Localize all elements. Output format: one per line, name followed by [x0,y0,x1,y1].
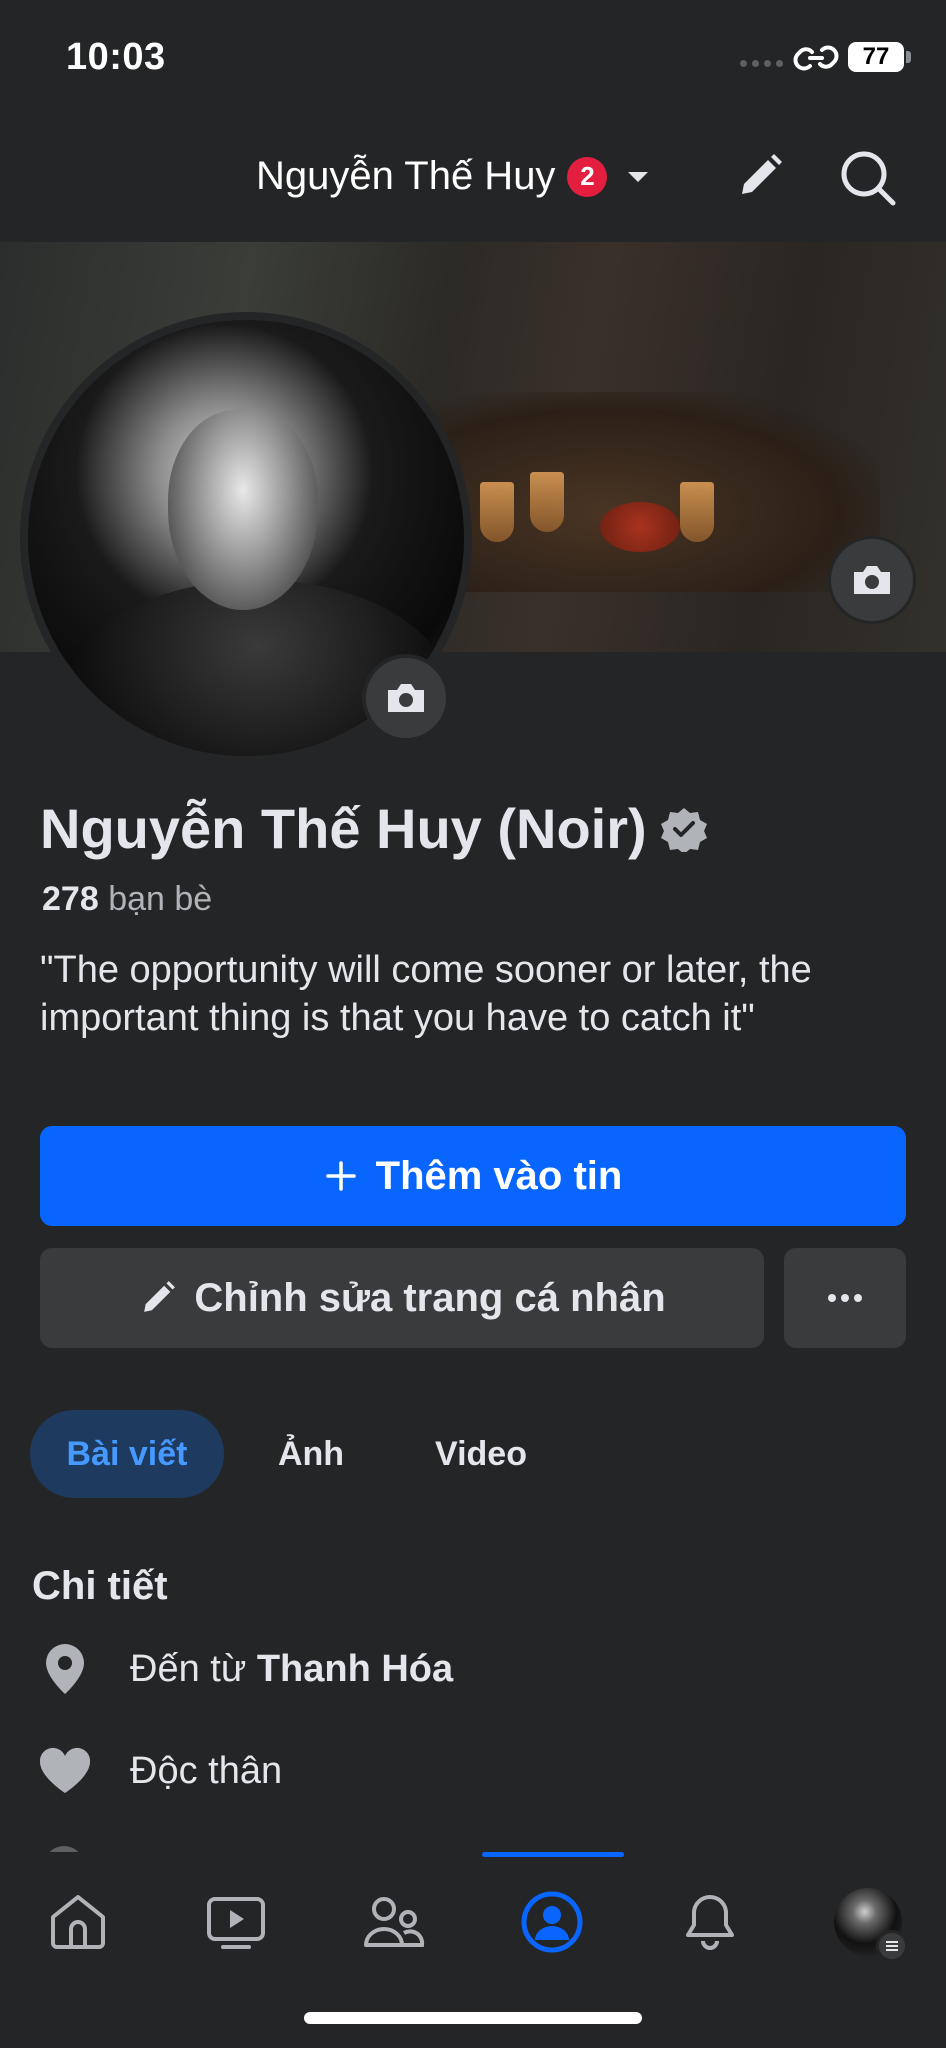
account-switcher[interactable]: Nguyễn Thế Huy 2 [256,154,651,199]
active-tab-indicator [482,1852,624,1857]
friends-label: bạn bè [108,880,213,918]
more-dots-icon [828,1294,862,1302]
tab-posts[interactable]: Bài viết [30,1410,224,1498]
add-to-story-label: Thêm vào tin [375,1153,623,1198]
verified-badge-icon [660,807,707,852]
profile-icon [521,1891,583,1953]
hometown-prefix: Đến từ [130,1647,247,1690]
nav-profile[interactable] [512,1882,592,1962]
search-icon[interactable] [838,148,898,208]
video-icon [207,1897,265,1949]
add-to-story-button[interactable]: Thêm vào tin [40,1126,906,1226]
home-icon [51,1895,105,1949]
nav-home[interactable] [38,1882,118,1962]
battery-icon: 77 [848,42,904,72]
detail-hometown: Đến từ Thanh Hóa [36,1640,453,1698]
top-header: Nguyễn Thế Huy 2 [0,110,946,242]
header-title: Nguyễn Thế Huy [256,154,556,198]
cover-camera-button[interactable] [828,536,916,624]
profile-name: Nguyễn Thế Huy (Noir) [40,797,647,860]
heart-icon [36,1742,94,1800]
link-icon [793,45,839,71]
friends-count[interactable]: 278 bạn bè [42,880,212,919]
plus-icon [325,1161,356,1191]
notification-badge: 2 [567,156,608,197]
camera-icon [854,566,890,594]
cover-glass [530,472,564,532]
cover-glass [680,482,714,542]
friends-icon [364,1897,425,1947]
nav-friends[interactable] [354,1882,434,1962]
tab-photos[interactable]: Ảnh [250,1410,372,1498]
battery-tip [906,51,911,63]
cover-flowers [600,502,680,552]
signal-icon [740,60,783,67]
menu-icon [876,1930,908,1962]
status-bar: 10:03 77 [0,0,946,110]
details-heading: Chi tiết [32,1564,168,1608]
battery-level: 77 [862,43,890,70]
edit-profile-label: Chỉnh sửa trang cá nhân [194,1275,666,1320]
avatar-face [168,410,318,610]
detail-relationship: Độc thân [36,1742,282,1800]
edit-profile-button[interactable]: Chỉnh sửa trang cá nhân [40,1248,764,1348]
nav-video[interactable] [196,1882,276,1962]
nav-menu[interactable] [828,1882,908,1962]
pencil-icon [144,1281,176,1312]
nav-notifications[interactable] [670,1882,750,1962]
hometown-text: Đến từ Thanh Hóa [130,1648,453,1691]
profile-name-row: Nguyễn Thế Huy (Noir) [40,796,707,861]
home-indicator [304,2012,642,2024]
more-options-button[interactable] [784,1248,906,1348]
avatar-camera-button[interactable] [362,654,450,742]
tab-video[interactable]: Video [406,1410,556,1498]
pencil-icon[interactable] [734,150,786,202]
menu-avatar [834,1888,908,1962]
profile-bio: "The opportunity will come sooner or lat… [40,949,812,1039]
camera-icon [388,684,424,712]
bell-icon [686,1895,734,1950]
status-time: 10:03 [66,36,166,78]
relationship-text: Độc thân [130,1749,283,1792]
location-pin-icon [36,1640,94,1698]
cover-glass [480,482,514,542]
hometown-value: Thanh Hóa [256,1647,454,1690]
caret-down-icon [628,171,649,182]
friends-number: 278 [42,880,99,918]
